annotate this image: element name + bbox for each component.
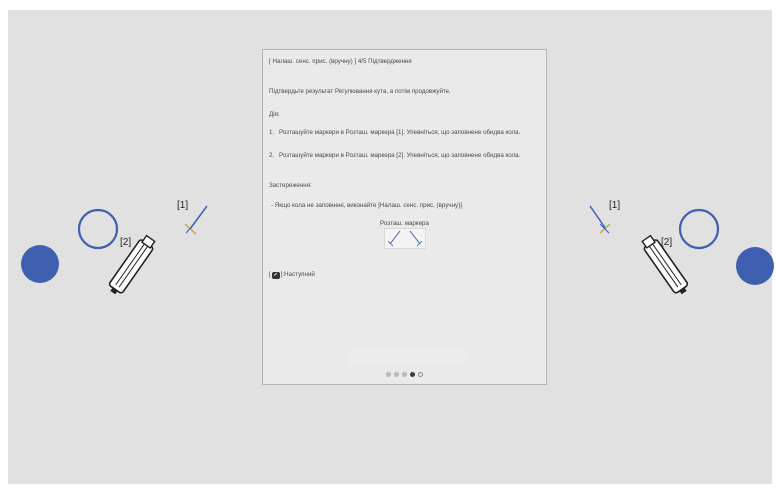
left-marker1-label: [1] — [177, 200, 189, 211]
marker-position-image — [384, 228, 426, 249]
dialog-intro: Підтвердьте результат Регулювання кута, … — [269, 88, 451, 95]
dialog-title: [ Налаш. сенс. прис. (вручну) ] 4/5 Підт… — [269, 58, 412, 65]
step-text: Розташуйте маркери в Розташ. маркера [1]… — [279, 129, 521, 136]
right-marker2-label: [2] — [661, 237, 673, 248]
steps-heading: Дія: — [269, 111, 280, 118]
check-button-icon: ✔ — [271, 271, 280, 279]
caution-note: - Якщо кола не заповнені, виконайте [Нал… — [271, 202, 464, 209]
step-number: 1. — [269, 129, 275, 136]
page-dot — [402, 372, 407, 377]
left-pen-icon — [108, 234, 156, 295]
right-outline-circle-icon — [678, 208, 720, 250]
step-item: 2. Розташуйте маркери в Розташ. маркера … — [269, 152, 538, 160]
left-outline-circle-icon — [77, 208, 119, 250]
right-filled-circle-icon — [736, 247, 774, 285]
page-indicator — [263, 372, 546, 377]
footer-bar — [348, 350, 466, 366]
calibration-dialog: [ Налаш. сенс. прис. (вручну) ] 4/5 Підт… — [262, 49, 547, 385]
page-dot — [386, 372, 391, 377]
step-text: Розташуйте маркери в Розташ. маркера [2]… — [279, 152, 521, 159]
step-number: 2. — [269, 152, 275, 159]
next-label: ]:Наступний — [280, 271, 315, 278]
left-marker2-label: [2] — [120, 237, 132, 248]
caution-heading: Застереження: — [269, 182, 312, 189]
right-marker-beam-icon — [589, 205, 607, 230]
next-prefix: [ — [269, 271, 271, 278]
step-item: 1. Розташуйте маркери в Розташ. маркера … — [269, 129, 538, 137]
page-dot — [410, 372, 415, 377]
left-filled-circle-icon — [21, 245, 59, 283]
page-dot — [418, 372, 423, 377]
next-hint[interactable]: [ ✔ ]:Наступний — [269, 271, 315, 279]
right-marker1-label: [1] — [609, 200, 621, 211]
page-dot — [394, 372, 399, 377]
